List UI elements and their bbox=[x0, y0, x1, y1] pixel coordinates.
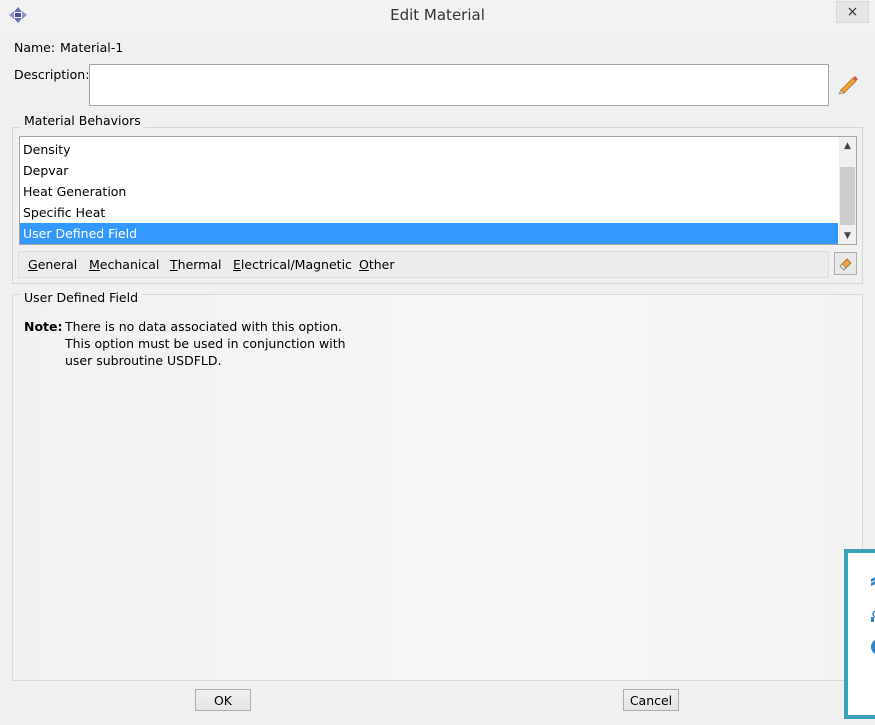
layers-icon bbox=[871, 577, 875, 586]
description-label: Description: bbox=[14, 67, 90, 82]
note-line-1: There is no data associated with this op… bbox=[65, 319, 343, 334]
menu-other-mnemonic: O bbox=[359, 257, 369, 272]
behaviors-list[interactable]: Density Depvar Heat Generation Specific … bbox=[19, 136, 857, 245]
scroll-up-icon[interactable]: ▲ bbox=[839, 137, 856, 154]
menu-other[interactable]: Other bbox=[359, 257, 395, 272]
menu-thermal[interactable]: Thermal bbox=[170, 257, 221, 272]
tool-icon bbox=[871, 610, 875, 622]
note-line-2: This option must be used in conjunction … bbox=[65, 336, 346, 351]
menu-thermal-mnemonic: T bbox=[170, 257, 178, 272]
delete-behavior-button[interactable] bbox=[834, 252, 857, 275]
close-button[interactable]: × bbox=[836, 1, 869, 23]
list-item-depvar[interactable]: Depvar bbox=[20, 160, 838, 181]
menu-other-label: ther bbox=[368, 257, 395, 272]
scroll-thumb[interactable] bbox=[840, 167, 855, 225]
note-label: Note: bbox=[24, 319, 63, 334]
note-line-3: user subroutine USDFLD. bbox=[65, 353, 222, 368]
menu-electrical-label: lectrical/Magnetic bbox=[240, 257, 352, 272]
menu-mechanical-label: echanical bbox=[99, 257, 160, 272]
menu-general-mnemonic: G bbox=[28, 257, 38, 272]
scroll-down-icon[interactable]: ▼ bbox=[839, 227, 856, 244]
menu-mechanical[interactable]: Mechanical bbox=[89, 257, 159, 272]
list-item-heat-generation[interactable]: Heat Generation bbox=[20, 181, 838, 202]
badge-icon bbox=[871, 640, 875, 654]
list-item-user-defined-field[interactable]: User Defined Field bbox=[20, 223, 838, 244]
menu-electrical-magnetic[interactable]: Electrical/Magnetic bbox=[233, 257, 352, 272]
menu-thermal-label: hermal bbox=[177, 257, 222, 272]
list-scrollbar[interactable]: ▲ ▼ bbox=[839, 137, 856, 244]
title-bar: Edit Material × bbox=[0, 0, 875, 31]
cancel-button[interactable]: Cancel bbox=[623, 689, 679, 711]
overlapping-window-edge[interactable] bbox=[844, 549, 875, 719]
list-item-density[interactable]: Density bbox=[20, 139, 838, 160]
behaviors-legend: Material Behaviors bbox=[20, 113, 145, 128]
name-value: Material-1 bbox=[60, 40, 124, 55]
window-title: Edit Material bbox=[390, 6, 485, 24]
description-field[interactable] bbox=[89, 64, 829, 106]
menu-general[interactable]: General bbox=[28, 257, 77, 272]
detail-legend: User Defined Field bbox=[20, 290, 143, 305]
name-label: Name: bbox=[14, 40, 56, 55]
pencil-icon[interactable] bbox=[837, 73, 859, 95]
close-icon: × bbox=[846, 4, 859, 20]
list-item-specific-heat[interactable]: Specific Heat bbox=[20, 202, 838, 223]
menu-mechanical-mnemonic: M bbox=[89, 257, 100, 272]
behavior-menu-bar: General Mechanical Thermal Electrical/Ma… bbox=[18, 251, 829, 278]
menu-general-label: eneral bbox=[37, 257, 78, 272]
menu-electrical-mnemonic: E bbox=[233, 257, 241, 272]
ok-button[interactable]: OK bbox=[195, 689, 251, 711]
eraser-icon bbox=[839, 258, 852, 271]
